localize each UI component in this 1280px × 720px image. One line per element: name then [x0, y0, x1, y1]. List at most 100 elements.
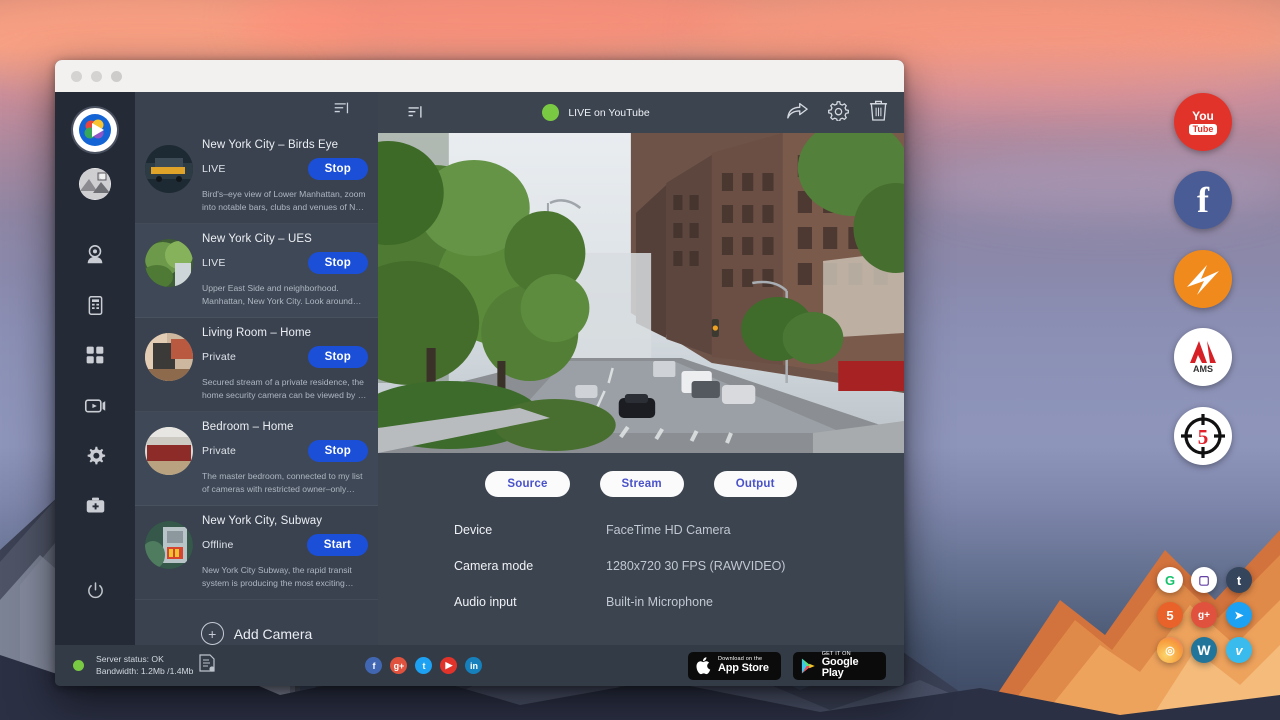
live-status-label: LIVE on YouTube: [568, 107, 649, 119]
device-icon: [85, 295, 106, 316]
camera-list-column: New York City – Birds Eye LIVE Stop Bird's–…: [135, 92, 378, 645]
apple-icon: [696, 656, 712, 675]
sidebar-item-device[interactable]: [78, 288, 112, 322]
server-status-label: Server status: OK: [96, 654, 193, 666]
delete-trash-icon: [869, 100, 888, 121]
facebook-f-glyph: f: [1197, 179, 1209, 221]
camera-title: New York City – UES: [202, 233, 368, 245]
desktop-icon-tumblr[interactable]: t: [1226, 567, 1252, 593]
app-store-badge[interactable]: Download on the App Store: [688, 652, 781, 680]
desktop-icon-youtube[interactable]: You Tube: [1174, 93, 1232, 151]
adobe-icon: [1190, 341, 1216, 363]
user-avatar[interactable]: [79, 168, 111, 200]
social-links: f g+ t ▶ in: [365, 657, 482, 674]
document-icon[interactable]: [199, 654, 215, 677]
sidebar-item-video[interactable]: [78, 388, 112, 422]
info-key: Camera mode: [454, 559, 606, 573]
gear-icon[interactable]: [828, 100, 849, 126]
play-logo-icon: [78, 113, 112, 147]
camera-thumbnail: [145, 239, 193, 287]
desktop-icon-wirecast[interactable]: [1174, 250, 1232, 308]
google-play-badge[interactable]: GET IT ON Google Play: [793, 652, 886, 680]
camera-action-button[interactable]: Stop: [308, 346, 368, 368]
desktop-icon-googleplus[interactable]: g+: [1191, 602, 1217, 628]
share-icon[interactable]: [786, 101, 808, 125]
camera-thumbnail: [145, 427, 193, 475]
sidebar-item-camera[interactable]: [78, 238, 112, 272]
desktop-icon-500px[interactable]: 5: [1157, 602, 1183, 628]
ams-label: AMS: [1193, 364, 1213, 374]
camera-state: Private: [202, 351, 236, 363]
camera-description: Bird's–eye view of Lower Manhattan, zoom…: [202, 188, 368, 213]
camera-list-item[interactable]: Living Room – HomePrivateStopSecured str…: [135, 318, 378, 412]
firstaid-icon: [85, 495, 106, 516]
crosshair-icon: 5: [1178, 411, 1228, 461]
camera-description: New York City Subway, the rapid transit …: [202, 564, 368, 589]
facebook-icon[interactable]: f: [365, 657, 382, 674]
camera-list-header: [135, 92, 378, 130]
desktop-icon-instagram[interactable]: ◎: [1157, 637, 1183, 663]
camera-list-item[interactable]: New York City, Subway Offline Start New Yor…: [135, 506, 378, 600]
sidebar-item-settings[interactable]: [78, 438, 112, 472]
desktop-icon-twitter[interactable]: ➤: [1226, 602, 1252, 628]
app-store-line2: App Store: [718, 663, 769, 674]
grid-icon: [85, 345, 105, 365]
camera-action-button[interactable]: Stop: [308, 158, 368, 180]
camera-state: LIVE: [202, 257, 226, 269]
tab-source[interactable]: Source: [485, 471, 569, 497]
app-logo[interactable]: [73, 108, 117, 152]
info-value[interactable]: Built-in Microphone: [606, 595, 713, 609]
camera-title: New York City, Subway: [202, 515, 368, 527]
youtube-word-tube: Tube: [1189, 124, 1218, 135]
desktop-icon-target5[interactable]: 5: [1174, 407, 1232, 465]
main-topbar: LIVE on YouTube: [378, 92, 904, 133]
tab-output[interactable]: Output: [714, 471, 797, 497]
window-titlebar: [55, 60, 904, 92]
camera-list-item[interactable]: New York City – Birds Eye LIVE Stop Bird's–…: [135, 130, 378, 224]
desktop-icon-grammarly[interactable]: G: [1157, 567, 1183, 593]
bandwidth-label: Bandwidth: 1.2Mb /1.4Mb: [96, 666, 193, 678]
desktop-icon-facebook[interactable]: f: [1174, 171, 1232, 229]
info-key: Device: [454, 523, 606, 537]
video-icon: [84, 394, 107, 417]
linkedin-icon[interactable]: in: [465, 657, 482, 674]
info-value[interactable]: FaceTime HD Camera: [606, 523, 731, 537]
desktop-icon-wordpress[interactable]: W: [1191, 637, 1217, 663]
info-row: DeviceFaceTime HD Camera: [454, 523, 904, 537]
app-store-badges: Download on the App Store GET IT ON Goog…: [688, 652, 886, 680]
youtube-icon[interactable]: ▶: [440, 657, 457, 674]
camera-list-item[interactable]: Bedroom – HomePrivateStopThe master bedr…: [135, 412, 378, 506]
sidebar-item-power[interactable]: [78, 573, 112, 607]
play-icon: [801, 657, 816, 675]
camera-state: LIVE: [202, 163, 226, 175]
camera-action-button[interactable]: Stop: [308, 440, 368, 462]
maximize-button[interactable]: [111, 71, 122, 82]
minimize-button[interactable]: [91, 71, 102, 82]
googleplus-icon[interactable]: g+: [390, 657, 407, 674]
camera-action-button[interactable]: Stop: [308, 252, 368, 274]
log-document-icon: [199, 654, 215, 672]
sidebar-item-grid[interactable]: [78, 338, 112, 372]
desktop-icon-vimeo[interactable]: v: [1226, 637, 1252, 663]
sort-icon[interactable]: [333, 101, 350, 122]
video-preview[interactable]: [378, 133, 904, 453]
desktop-icon-twitch[interactable]: ▢: [1191, 567, 1217, 593]
camera-action-button[interactable]: Start: [307, 534, 368, 556]
add-camera-button[interactable]: + Add Camera: [135, 600, 378, 645]
trash-icon[interactable]: [869, 100, 888, 126]
lightning-icon: [1181, 257, 1225, 301]
settings-tabs: Source Stream Output: [378, 471, 904, 497]
info-row: Audio inputBuilt-in Microphone: [454, 595, 904, 609]
camera-state: Offline: [202, 539, 234, 551]
info-value[interactable]: 1280x720 30 FPS (RAWVIDEO): [606, 559, 785, 573]
close-button[interactable]: [71, 71, 82, 82]
twitter-icon[interactable]: t: [415, 657, 432, 674]
tab-stream[interactable]: Stream: [600, 471, 684, 497]
sidebar-item-support[interactable]: [78, 488, 112, 522]
gear-icon: [85, 445, 106, 466]
desktop-icon-adobe-ams[interactable]: AMS: [1174, 328, 1232, 386]
camera-title: Bedroom – Home: [202, 421, 368, 433]
topbar-actions: [786, 100, 888, 126]
camera-list-item[interactable]: New York City – UESLIVEStopUpper East Si…: [135, 224, 378, 318]
camera-title: New York City – Birds Eye: [202, 139, 368, 151]
